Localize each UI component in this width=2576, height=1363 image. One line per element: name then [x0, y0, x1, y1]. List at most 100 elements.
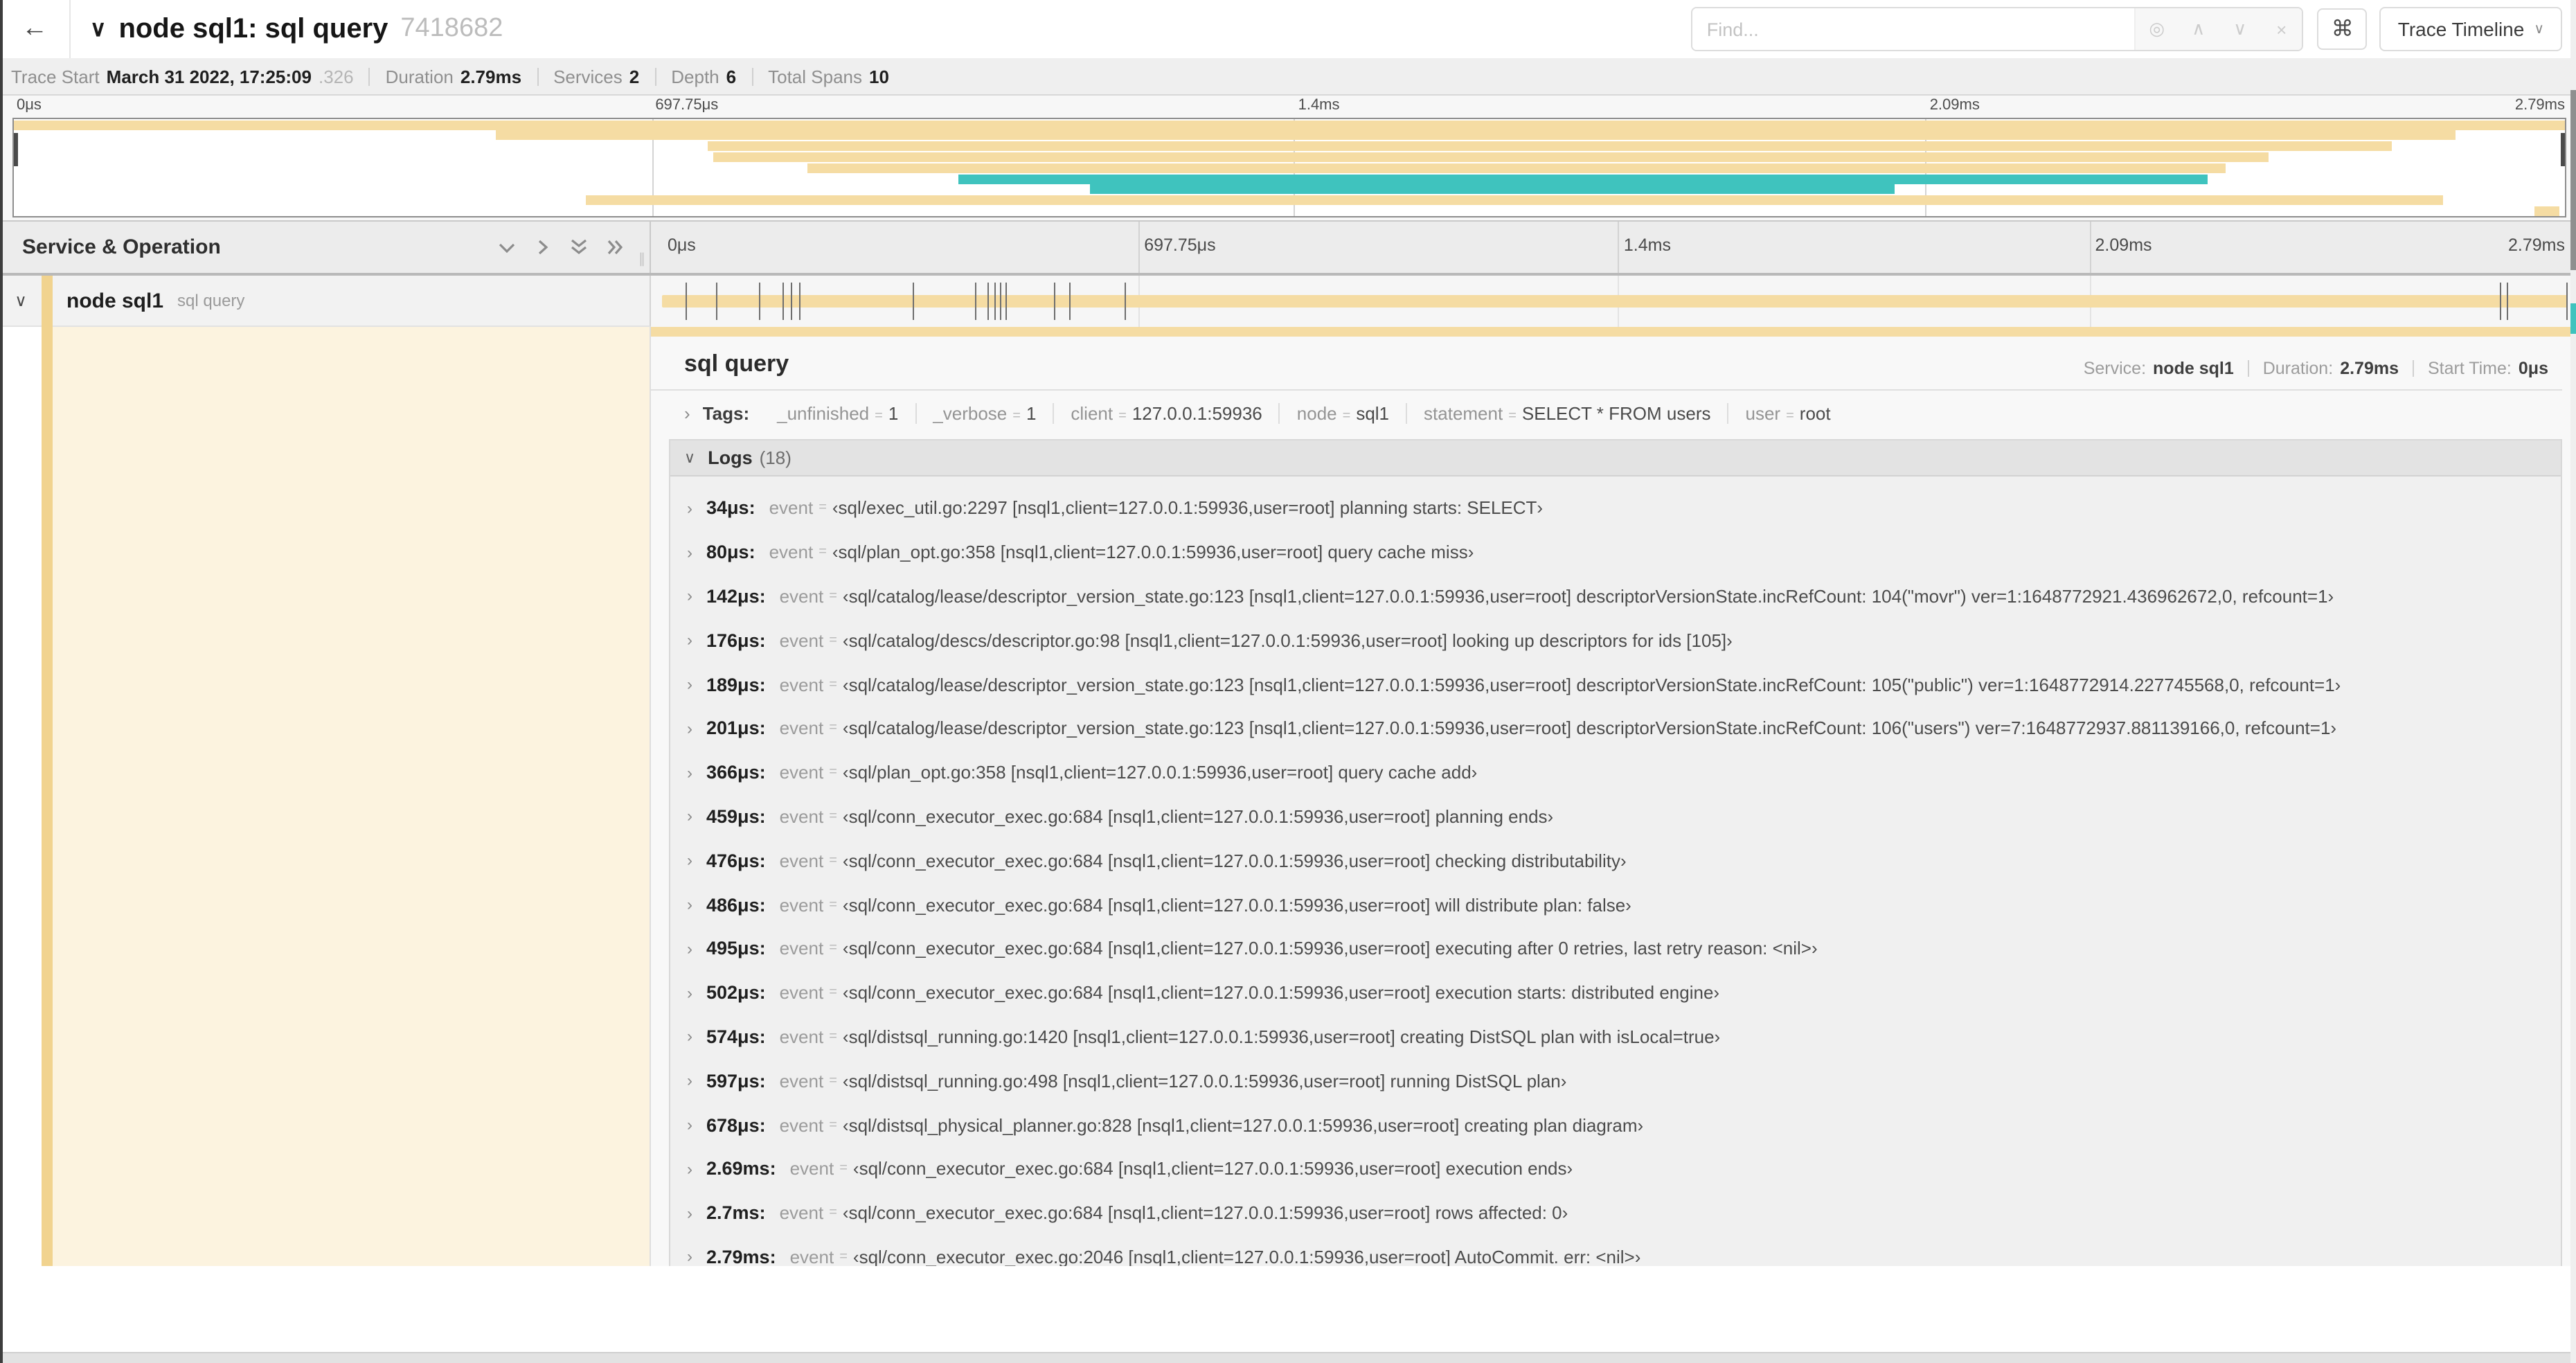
log-timestamp: 2.69ms: [706, 1158, 776, 1179]
equals-sign: = [839, 1249, 848, 1265]
equals-sign: = [839, 1161, 848, 1177]
log-field-key: event [769, 542, 814, 563]
log-field-key: event [779, 894, 824, 916]
scrollbar-thumb[interactable] [2570, 90, 2576, 270]
span-row-timeline-cell[interactable] [651, 276, 2576, 327]
back-button[interactable]: ← [0, 0, 71, 58]
next-match-icon[interactable]: ∨ [2219, 18, 2261, 40]
meta-item: Duration: 2.79ms [2263, 359, 2399, 378]
equals-sign: = [819, 500, 827, 516]
log-field-value: ‹sql/conn_executor_exec.go:684 [nsql1,cl… [852, 1158, 1573, 1179]
tag-item: node = sql1 [1278, 403, 1406, 424]
locate-icon[interactable]: ◎ [2136, 18, 2178, 40]
log-row[interactable]: › 502μs: event = ‹sql/conn_executor_exec.go:… [687, 971, 2561, 1015]
log-row[interactable]: › 80μs: event = ‹sql/plan_opt.go:358 [nsql1,… [687, 531, 2561, 575]
span-detail-header: sql query Service: node sql1 Duration: 2.79… [651, 337, 2562, 391]
summary-item: Total Spans 10 [768, 66, 889, 87]
equals-sign: = [1012, 409, 1021, 424]
log-row[interactable]: › 366μs: event = ‹sql/plan_opt.go:358 [nsql1… [687, 751, 2561, 795]
log-row[interactable]: › 2.69ms: event = ‹sql/conn_executor_exec.go… [687, 1147, 2561, 1191]
log-marker [994, 283, 996, 320]
span-duration-bar[interactable] [662, 295, 2568, 308]
log-row[interactable]: › 459μs: event = ‹sql/conn_executor_exec.go:… [687, 794, 2561, 839]
logs-title: Logs [708, 447, 753, 468]
log-timestamp: 34μs: [706, 497, 755, 519]
log-field-key: event [779, 762, 824, 783]
log-field-key: event [789, 1246, 834, 1266]
chevron-down-icon[interactable]: ∨ [90, 15, 106, 43]
tag-value: 127.0.0.1:59936 [1132, 403, 1262, 424]
chevron-down-icon: ∨ [2534, 21, 2544, 37]
ruler-tick-label: 2.09ms [2095, 235, 2152, 255]
log-marker [975, 283, 977, 320]
equals-sign: = [1342, 409, 1351, 424]
minimap-left-scrubber[interactable] [14, 133, 18, 166]
log-row[interactable]: › 495μs: event = ‹sql/conn_executor_exec.go:… [687, 927, 2561, 971]
chevron-right-icon: › [687, 763, 692, 783]
log-row[interactable]: › 597μs: event = ‹sql/distsql_running.go:498… [687, 1059, 2561, 1103]
expand-one-icon[interactable] [535, 238, 551, 256]
equals-sign: = [829, 765, 837, 781]
find-input[interactable] [1692, 8, 2135, 50]
log-row[interactable]: › 2.7ms: event = ‹sql/conn_executor_exec.go:… [687, 1191, 2561, 1236]
log-row[interactable]: › 678μs: event = ‹sql/distsql_physical_plann… [687, 1103, 2561, 1147]
trace-view-select[interactable]: Trace Timeline ∨ [2379, 7, 2562, 51]
log-field-key: event [779, 850, 824, 871]
log-row[interactable]: › 142μs: event = ‹sql/catalog/lease/descript… [687, 574, 2561, 618]
span-detail-title: sql query [684, 350, 789, 377]
summary-value-suffix: .326 [318, 66, 354, 87]
tag-value: 1 [888, 403, 899, 424]
log-row[interactable]: › 574μs: event = ‹sql/distsql_running.go:142… [687, 1015, 2561, 1059]
trace-id: 7418682 [400, 14, 503, 43]
ruler-tick-label: 0μs [17, 97, 42, 114]
collapse-one-icon[interactable] [497, 238, 517, 256]
summary-value: March 31 2022, 17:25:09 [106, 66, 312, 87]
service-operation-header: Service & Operation ∥ [0, 222, 651, 273]
span-row-name-cell[interactable]: ∨ node sql1 sql query [0, 275, 651, 327]
command-icon: ⌘ [2331, 18, 2354, 42]
scrollbar[interactable] [2570, 0, 2576, 1363]
log-row[interactable]: › 486μs: event = ‹sql/conn_executor_exec.go:… [687, 882, 2561, 927]
logs-header[interactable]: ∨ Logs (18) [670, 440, 2561, 476]
chevron-right-icon: › [687, 806, 692, 826]
log-row[interactable]: › 201μs: event = ‹sql/catalog/lease/descript… [687, 706, 2561, 751]
prev-match-icon[interactable]: ∧ [2178, 18, 2219, 40]
collapse-all-icon[interactable] [569, 238, 589, 256]
tag-key: statement [1424, 403, 1503, 424]
minimap-canvas[interactable] [12, 118, 2566, 217]
page-title: node sql1: sql query [118, 13, 388, 44]
log-row[interactable]: › 2.79ms: event = ‹sql/conn_executor_exec.go… [687, 1235, 2561, 1266]
log-field-key: event [779, 585, 824, 607]
log-marker [1125, 283, 1127, 320]
tag-item: _unfinished = 1 [760, 403, 915, 424]
log-field-value: ‹sql/exec_util.go:2297 [nsql1,client=127… [832, 497, 1544, 519]
ruler-tick-label: 1.4ms [1298, 97, 1340, 114]
summary-label: Services [553, 66, 623, 87]
clear-icon[interactable]: × [2261, 19, 2302, 39]
trace-summary-bar: Trace Start March 31 2022, 17:25:09 .326 Du… [0, 58, 2576, 96]
span-row[interactable]: ∨ node sql1 sql query [0, 275, 2576, 327]
log-timestamp: 176μs: [706, 630, 766, 651]
tags-accordion[interactable]: › Tags: _unfinished = 1 _verbose = 1 clien… [651, 391, 2576, 436]
log-row[interactable]: › 189μs: event = ‹sql/catalog/lease/descript… [687, 662, 2561, 706]
find-group: ◎ ∧ ∨ × [1691, 7, 2304, 51]
log-timestamp: 678μs: [706, 1114, 766, 1136]
log-row[interactable]: › 476μs: event = ‹sql/conn_executor_exec.go:… [687, 839, 2561, 883]
chevron-right-icon: › [687, 718, 692, 738]
log-marker [2566, 283, 2568, 320]
minimap-span-bar [708, 141, 2392, 152]
chevron-right-icon: › [687, 542, 692, 562]
timeline-minimap: 0μs 697.75μs 1.4ms 2.09ms 2.79ms [0, 96, 2576, 222]
column-resize-handle[interactable]: ∥ [638, 252, 647, 267]
log-row[interactable]: › 34μs: event = ‹sql/exec_util.go:2297 [nsql… [687, 486, 2561, 531]
log-row[interactable]: › 176μs: event = ‹sql/catalog/descs/descript… [687, 618, 2561, 663]
minimap-right-scrubber[interactable] [2561, 133, 2565, 166]
meta-separator [2413, 360, 2414, 377]
minimap-span-bar [958, 174, 2208, 184]
chevron-down-icon[interactable]: ∨ [0, 291, 42, 310]
log-timestamp: 2.7ms: [706, 1202, 766, 1224]
keyboard-shortcuts-button[interactable]: ⌘ [2317, 8, 2368, 50]
scrollbar-span-marker [2570, 303, 2576, 334]
expand-all-icon[interactable] [607, 238, 625, 256]
log-marker [912, 283, 913, 320]
